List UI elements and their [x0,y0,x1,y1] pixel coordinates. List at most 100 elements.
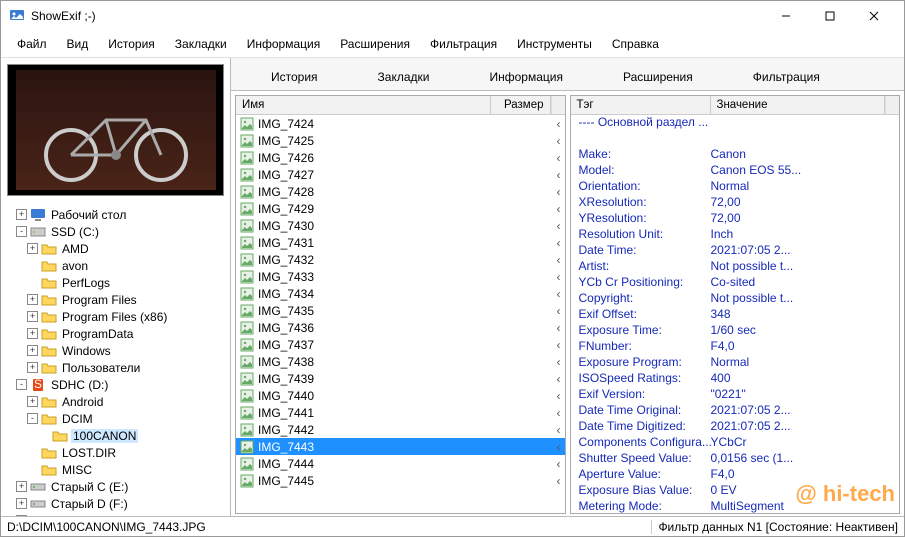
exif-row[interactable]: ISOSpeed Ratings:400 [571,371,900,387]
minimize-button[interactable] [764,4,808,28]
file-row[interactable]: IMG_7441‹ [236,404,565,421]
tree-node[interactable]: LOST.DIR [5,444,230,461]
file-row[interactable]: IMG_7436‹ [236,319,565,336]
file-row[interactable]: IMG_7430‹ [236,217,565,234]
tree-node[interactable]: MISC [5,461,230,478]
exif-row[interactable]: Exposure Time:1/60 sec [571,323,900,339]
maximize-button[interactable] [808,4,852,28]
menu-История[interactable]: История [98,33,165,55]
exif-row[interactable]: Exposure Program:Normal [571,355,900,371]
tab-История[interactable]: История [261,64,328,90]
tab-Расширения[interactable]: Расширения [613,64,703,90]
expand-icon[interactable]: - [27,413,38,424]
exif-row[interactable]: Orientation:Normal [571,179,900,195]
tree-node[interactable]: -SDSDHC (D:) [5,376,230,393]
tree-node[interactable]: +Windows [5,342,230,359]
expand-icon[interactable]: + [27,345,38,356]
file-row[interactable]: IMG_7424‹ [236,115,565,132]
file-row[interactable]: IMG_7438‹ [236,353,565,370]
file-row[interactable]: IMG_7443‹ [236,438,565,455]
file-row[interactable]: IMG_7442‹ [236,421,565,438]
tree-node[interactable]: +ProgramData [5,325,230,342]
exif-row[interactable]: Make:Canon [571,147,900,163]
menu-Информация[interactable]: Информация [237,33,330,55]
exif-row[interactable]: FNumber:F4,0 [571,339,900,355]
expand-icon[interactable]: + [27,311,38,322]
file-row[interactable]: IMG_7445‹ [236,472,565,489]
menu-Файл[interactable]: Файл [7,33,57,55]
exif-row[interactable]: Metering Mode:MultiSegment [571,499,900,513]
col-size[interactable]: Размер [491,96,551,114]
file-row[interactable]: IMG_7434‹ [236,285,565,302]
expand-icon[interactable]: + [27,243,38,254]
file-row[interactable]: IMG_7444‹ [236,455,565,472]
file-row[interactable]: IMG_7437‹ [236,336,565,353]
menu-Инструменты[interactable]: Инструменты [507,33,602,55]
menu-Фильтрация[interactable]: Фильтрация [420,33,507,55]
file-row[interactable]: IMG_7435‹ [236,302,565,319]
expand-icon[interactable]: + [16,209,27,220]
col-tag[interactable]: Тэг [571,96,711,114]
file-row[interactable]: IMG_7427‹ [236,166,565,183]
menu-Справка[interactable]: Справка [602,33,669,55]
tree-node[interactable]: 100CANON [5,427,230,444]
exif-row[interactable]: Exposure Bias Value:0 EV [571,483,900,499]
tree-node[interactable]: +Пользователи [5,359,230,376]
tree-node[interactable]: avon [5,257,230,274]
file-row[interactable]: IMG_7433‹ [236,268,565,285]
file-row[interactable]: IMG_7425‹ [236,132,565,149]
scrollbar[interactable] [885,96,899,114]
expand-icon[interactable]: + [27,362,38,373]
exif-row[interactable]: Model:Canon EOS 55... [571,163,900,179]
menu-Вид[interactable]: Вид [57,33,99,55]
file-row[interactable]: IMG_7429‹ [236,200,565,217]
exif-row[interactable]: Exif Version:"0221" [571,387,900,403]
expand-icon[interactable]: + [27,396,38,407]
tree-node[interactable]: +Android [5,393,230,410]
tree-node[interactable]: -DCIM [5,410,230,427]
tree-node[interactable]: +Старый С (E:) [5,478,230,495]
exif-row[interactable]: YCb Cr Positioning:Co-sited [571,275,900,291]
folder-tree[interactable]: +Рабочий стол-SSD (C:)+AMDavonPerfLogs+P… [1,202,230,516]
tree-node[interactable]: -SSD (C:) [5,223,230,240]
col-name[interactable]: Имя [236,96,491,114]
expand-icon[interactable]: + [27,328,38,339]
col-value[interactable]: Значение [711,96,886,114]
tree-node[interactable]: +Рабочий стол [5,206,230,223]
close-button[interactable] [852,4,896,28]
expand-icon[interactable]: - [16,226,27,237]
exif-row[interactable]: YResolution:72,00 [571,211,900,227]
exif-row[interactable]: Aperture Value:F4,0 [571,467,900,483]
exif-row[interactable]: Shutter Speed Value:0,0156 sec (1... [571,451,900,467]
file-row[interactable]: IMG_7428‹ [236,183,565,200]
tree-node[interactable]: PerfLogs [5,274,230,291]
expand-icon[interactable]: - [16,379,27,390]
file-row[interactable]: IMG_7431‹ [236,234,565,251]
tree-node[interactable]: +AMD [5,240,230,257]
exif-row[interactable]: Components Configura...YCbCr [571,435,900,451]
tab-Фильтрация[interactable]: Фильтрация [743,64,830,90]
expand-icon[interactable]: + [16,481,27,492]
menu-Расширения[interactable]: Расширения [330,33,420,55]
exif-row[interactable]: Date Time Digitized:2021:07:05 2... [571,419,900,435]
exif-row[interactable]: Copyright:Not possible t... [571,291,900,307]
file-row[interactable]: IMG_7440‹ [236,387,565,404]
menu-Закладки[interactable]: Закладки [165,33,237,55]
exif-row[interactable]: Exif Offset:348 [571,307,900,323]
scrollbar[interactable] [551,96,565,114]
tab-Информация[interactable]: Информация [479,64,572,90]
exif-row[interactable]: Date Time Original:2021:07:05 2... [571,403,900,419]
file-row[interactable]: IMG_7439‹ [236,370,565,387]
file-row[interactable]: IMG_7426‹ [236,149,565,166]
exif-row[interactable]: Artist:Not possible t... [571,259,900,275]
expand-icon[interactable]: + [27,294,38,305]
tree-node[interactable]: +Program Files (x86) [5,308,230,325]
file-row[interactable]: IMG_7432‹ [236,251,565,268]
exif-row[interactable]: XResolution:72,00 [571,195,900,211]
tree-node[interactable]: +Старый D (F:) [5,495,230,512]
tab-Закладки[interactable]: Закладки [368,64,440,90]
expand-icon[interactable]: + [16,498,27,509]
exif-row[interactable]: Resolution Unit:Inch [571,227,900,243]
tree-node[interactable]: +Program Files [5,291,230,308]
exif-row[interactable]: Date Time:2021:07:05 2... [571,243,900,259]
